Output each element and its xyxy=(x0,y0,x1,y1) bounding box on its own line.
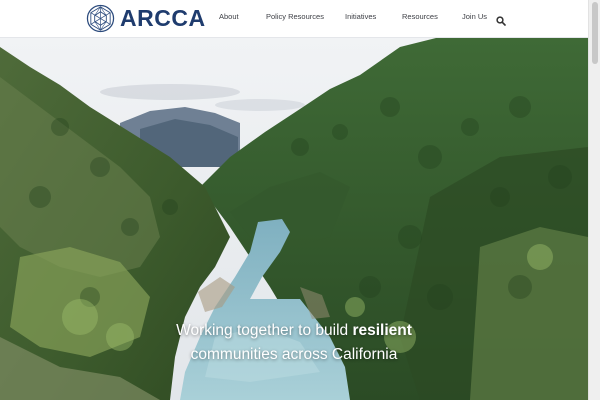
nav-item-join-us[interactable]: Join Us xyxy=(462,12,487,21)
scrollbar-thumb[interactable] xyxy=(592,2,598,64)
tagline-text-part1: Working together to build xyxy=(176,322,353,339)
nav-item-about[interactable]: About xyxy=(219,12,239,21)
tagline-emphasis: resilient xyxy=(352,322,412,339)
hero-tagline: Working together to build resilient comm… xyxy=(0,319,588,367)
arcca-logo[interactable]: ARCCA xyxy=(86,3,206,33)
geodesic-sphere-icon xyxy=(86,4,115,32)
search-icon xyxy=(496,16,506,26)
page-scrollbar[interactable] xyxy=(588,0,600,400)
nav-item-policy-resources[interactable]: Policy Resources xyxy=(266,12,324,21)
search-button[interactable] xyxy=(496,13,506,26)
hero-section: Working together to build resilient comm… xyxy=(0,37,588,400)
site-header: ARCCA About Policy Resources Initiatives… xyxy=(0,0,588,38)
nav-item-initiatives[interactable]: Initiatives xyxy=(345,12,376,21)
tagline-text-part2: communities across California xyxy=(190,346,398,363)
nav-item-resources[interactable]: Resources xyxy=(402,12,438,21)
brand-name: ARCCA xyxy=(120,4,206,31)
